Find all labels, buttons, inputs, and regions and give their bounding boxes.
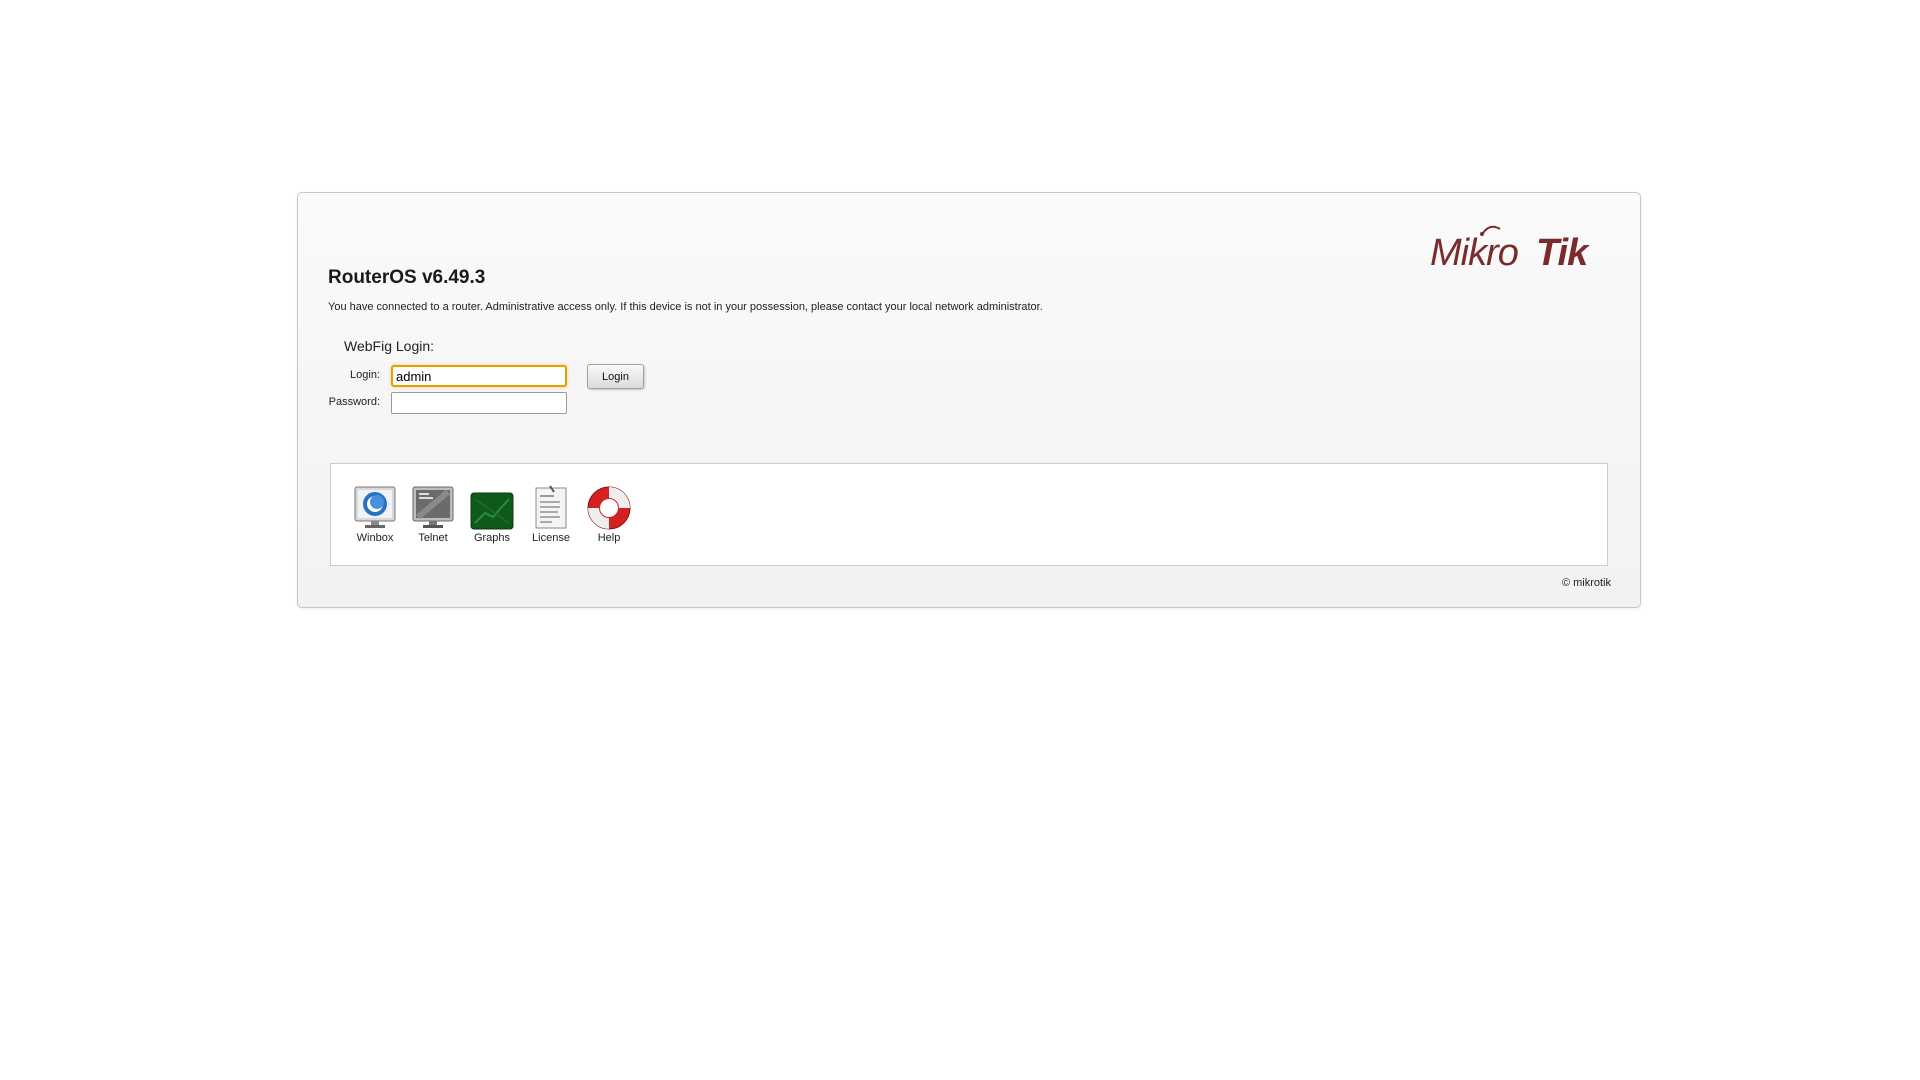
password-label: Password: [328, 396, 380, 408]
login-panel: Mikro Tik RouterOS v6.49.3 You have conn… [297, 192, 1641, 608]
mikrotik-logo: Mikro Tik [1428, 221, 1613, 271]
tool-telnet[interactable]: Telnet [407, 485, 459, 544]
tools-bar: Winbox Telnet Graphs License Help [330, 463, 1608, 566]
login-input[interactable] [391, 365, 567, 387]
tool-label: Graphs [473, 532, 511, 544]
tool-label: Telnet [418, 532, 448, 544]
password-input[interactable] [391, 392, 567, 414]
tool-label: Winbox [356, 532, 394, 544]
tool-label: Help [597, 532, 621, 544]
login-heading: WebFig Login: [344, 338, 435, 354]
tool-license[interactable]: License [525, 485, 577, 544]
page-title: RouterOS v6.49.3 [328, 267, 486, 288]
tool-help[interactable]: Help [583, 485, 635, 544]
graphs-icon [470, 492, 514, 530]
winbox-icon [354, 486, 396, 528]
svg-text:Tik: Tik [1536, 232, 1590, 271]
tool-graphs[interactable]: Graphs [466, 485, 518, 544]
svg-text:Mikro: Mikro [1430, 232, 1518, 271]
access-notice: You have connected to a router. Administ… [328, 301, 1043, 313]
login-button[interactable]: Login [587, 364, 644, 389]
copyright: © mikrotik [1561, 577, 1611, 589]
login-label: Login: [350, 369, 380, 381]
telnet-icon [412, 486, 454, 528]
tool-label: License [532, 532, 570, 544]
help-icon [587, 486, 631, 530]
license-icon [535, 485, 567, 529]
tool-winbox[interactable]: Winbox [349, 485, 401, 544]
